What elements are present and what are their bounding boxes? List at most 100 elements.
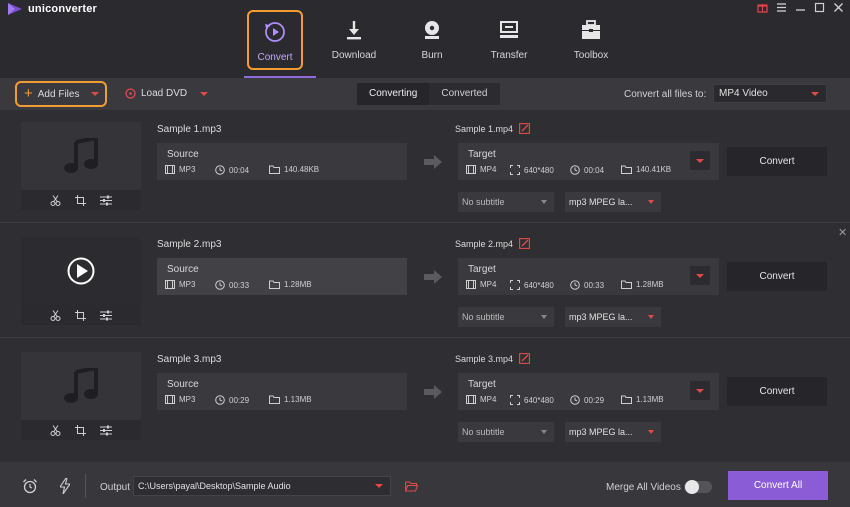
toolbox-icon: [580, 19, 602, 41]
crop-icon[interactable]: [75, 194, 86, 206]
tab-download[interactable]: Download: [326, 10, 382, 70]
chevron-down-icon: [648, 200, 654, 204]
audio-track-select[interactable]: mp3 MPEG la...: [565, 422, 661, 442]
edit-icon[interactable]: [519, 353, 530, 364]
thumbnail[interactable]: [21, 352, 141, 440]
chevron-down-icon: [811, 92, 819, 96]
crop-icon[interactable]: [75, 424, 86, 436]
lightning-icon[interactable]: [60, 478, 70, 494]
source-info: Source MP3 00:29 1.13MB: [157, 373, 407, 410]
load-dvd-button[interactable]: Load DVD: [125, 88, 209, 99]
target-format-value: MP4: [480, 280, 497, 289]
thumbnail[interactable]: [21, 122, 141, 210]
app-brand: uniconverter: [8, 3, 97, 15]
maximize-icon[interactable]: [814, 2, 825, 13]
convert-all-to-label: Convert all files to:: [624, 89, 707, 100]
scissors-icon[interactable]: [50, 309, 61, 321]
clock-icon: [215, 395, 225, 405]
play-icon[interactable]: [21, 237, 141, 305]
open-folder-icon[interactable]: [405, 481, 418, 492]
convert-button[interactable]: Convert: [727, 147, 827, 176]
chevron-down-icon: [541, 315, 547, 319]
burn-icon: [421, 19, 443, 41]
target-info[interactable]: Target MP4 640*480 00:33 1.28MB: [458, 258, 719, 295]
edit-icon[interactable]: [519, 123, 530, 134]
adjust-icon[interactable]: [100, 310, 112, 321]
menu-icon[interactable]: [776, 2, 787, 13]
subtitle-select[interactable]: No subtitle: [458, 192, 554, 212]
source-format: MP3: [165, 165, 195, 174]
target-title: Target: [468, 149, 496, 160]
crop-icon[interactable]: [75, 309, 86, 321]
clock-icon: [570, 395, 580, 405]
convert-button[interactable]: Convert: [727, 262, 827, 291]
source-size-value: 1.28MB: [284, 280, 312, 289]
audio-track-select[interactable]: mp3 MPEG la...: [565, 307, 661, 327]
target-size: 1.28MB: [621, 280, 664, 289]
resize-icon: [510, 280, 520, 290]
target-info[interactable]: Target MP4 640*480 00:29 1.13MB: [458, 373, 719, 410]
target-settings-dropdown[interactable]: [690, 151, 710, 170]
target-size-value: 140.41KB: [636, 165, 672, 174]
tab-converted[interactable]: Converted: [429, 83, 500, 105]
output-format-select[interactable]: MP4 Video: [713, 84, 827, 103]
tab-converting[interactable]: Converting: [357, 83, 430, 105]
folder-icon: [269, 395, 280, 404]
gift-icon[interactable]: [757, 2, 768, 13]
plus-icon: +: [24, 85, 33, 102]
toggle-knob: [685, 480, 699, 494]
chevron-down-icon: [648, 430, 654, 434]
tab-toolbox[interactable]: Toolbox: [563, 10, 619, 70]
tab-burn[interactable]: Burn: [404, 10, 460, 70]
target-title: Target: [468, 264, 496, 275]
remove-file-icon[interactable]: ✕: [838, 226, 847, 239]
subtitle-value: No subtitle: [462, 427, 505, 437]
source-duration: 00:29: [215, 395, 249, 405]
subtitle-select[interactable]: No subtitle: [458, 422, 554, 442]
add-files-button[interactable]: + Add Files: [15, 81, 107, 107]
resize-icon: [510, 165, 520, 175]
adjust-icon[interactable]: [100, 425, 112, 436]
folder-icon: [621, 280, 632, 289]
target-duration: 00:04: [570, 165, 604, 175]
thumbnail[interactable]: [21, 237, 141, 325]
target-format: MP4: [466, 280, 496, 289]
file-name: Sample 2.mp3: [157, 239, 222, 250]
subtitle-select[interactable]: No subtitle: [458, 307, 554, 327]
close-icon[interactable]: [833, 2, 844, 13]
chevron-down-icon[interactable]: [91, 92, 100, 96]
target-settings-dropdown[interactable]: [690, 266, 710, 285]
tab-transfer[interactable]: Transfer: [481, 10, 537, 70]
tab-label: Transfer: [490, 50, 528, 61]
target-duration-value: 00:33: [584, 280, 605, 290]
target-format: MP4: [466, 395, 496, 404]
load-dvd-label: Load DVD: [141, 88, 188, 99]
minimize-icon[interactable]: [795, 2, 806, 13]
audio-track-select[interactable]: mp3 MPEG la...: [565, 192, 661, 212]
scissors-icon[interactable]: [50, 194, 61, 206]
source-info: Source MP3 00:04 140.48KB: [157, 143, 407, 180]
divider: [85, 474, 86, 498]
tab-convert[interactable]: Convert: [247, 10, 303, 70]
target-duration: 00:29: [570, 395, 604, 405]
audio-value: mp3 MPEG la...: [569, 312, 633, 322]
chevron-down-icon: [541, 430, 547, 434]
file-name: Sample 3.mp3: [157, 354, 222, 365]
edit-icon[interactable]: [519, 238, 530, 249]
chevron-down-icon[interactable]: [200, 91, 209, 96]
target-settings-dropdown[interactable]: [690, 381, 710, 400]
adjust-icon[interactable]: [100, 195, 112, 206]
target-info[interactable]: Target MP4 640*480 00:04 140.41KB: [458, 143, 719, 180]
alarm-clock-icon[interactable]: [22, 478, 38, 494]
merge-all-videos-toggle[interactable]: [684, 480, 712, 494]
merge-all-videos-label: Merge All Videos: [606, 482, 681, 493]
convert-all-button[interactable]: Convert All: [728, 471, 828, 500]
scissors-icon[interactable]: [50, 424, 61, 436]
output-path-select[interactable]: C:\Users\payal\Desktop\Sample Audio: [133, 476, 391, 496]
output-path-value: C:\Users\payal\Desktop\Sample Audio: [138, 481, 291, 491]
convert-button[interactable]: Convert: [727, 377, 827, 406]
folder-icon: [269, 165, 280, 174]
chevron-down-icon: [375, 484, 383, 488]
output-label: Output: [100, 482, 131, 493]
download-icon: [343, 19, 365, 41]
